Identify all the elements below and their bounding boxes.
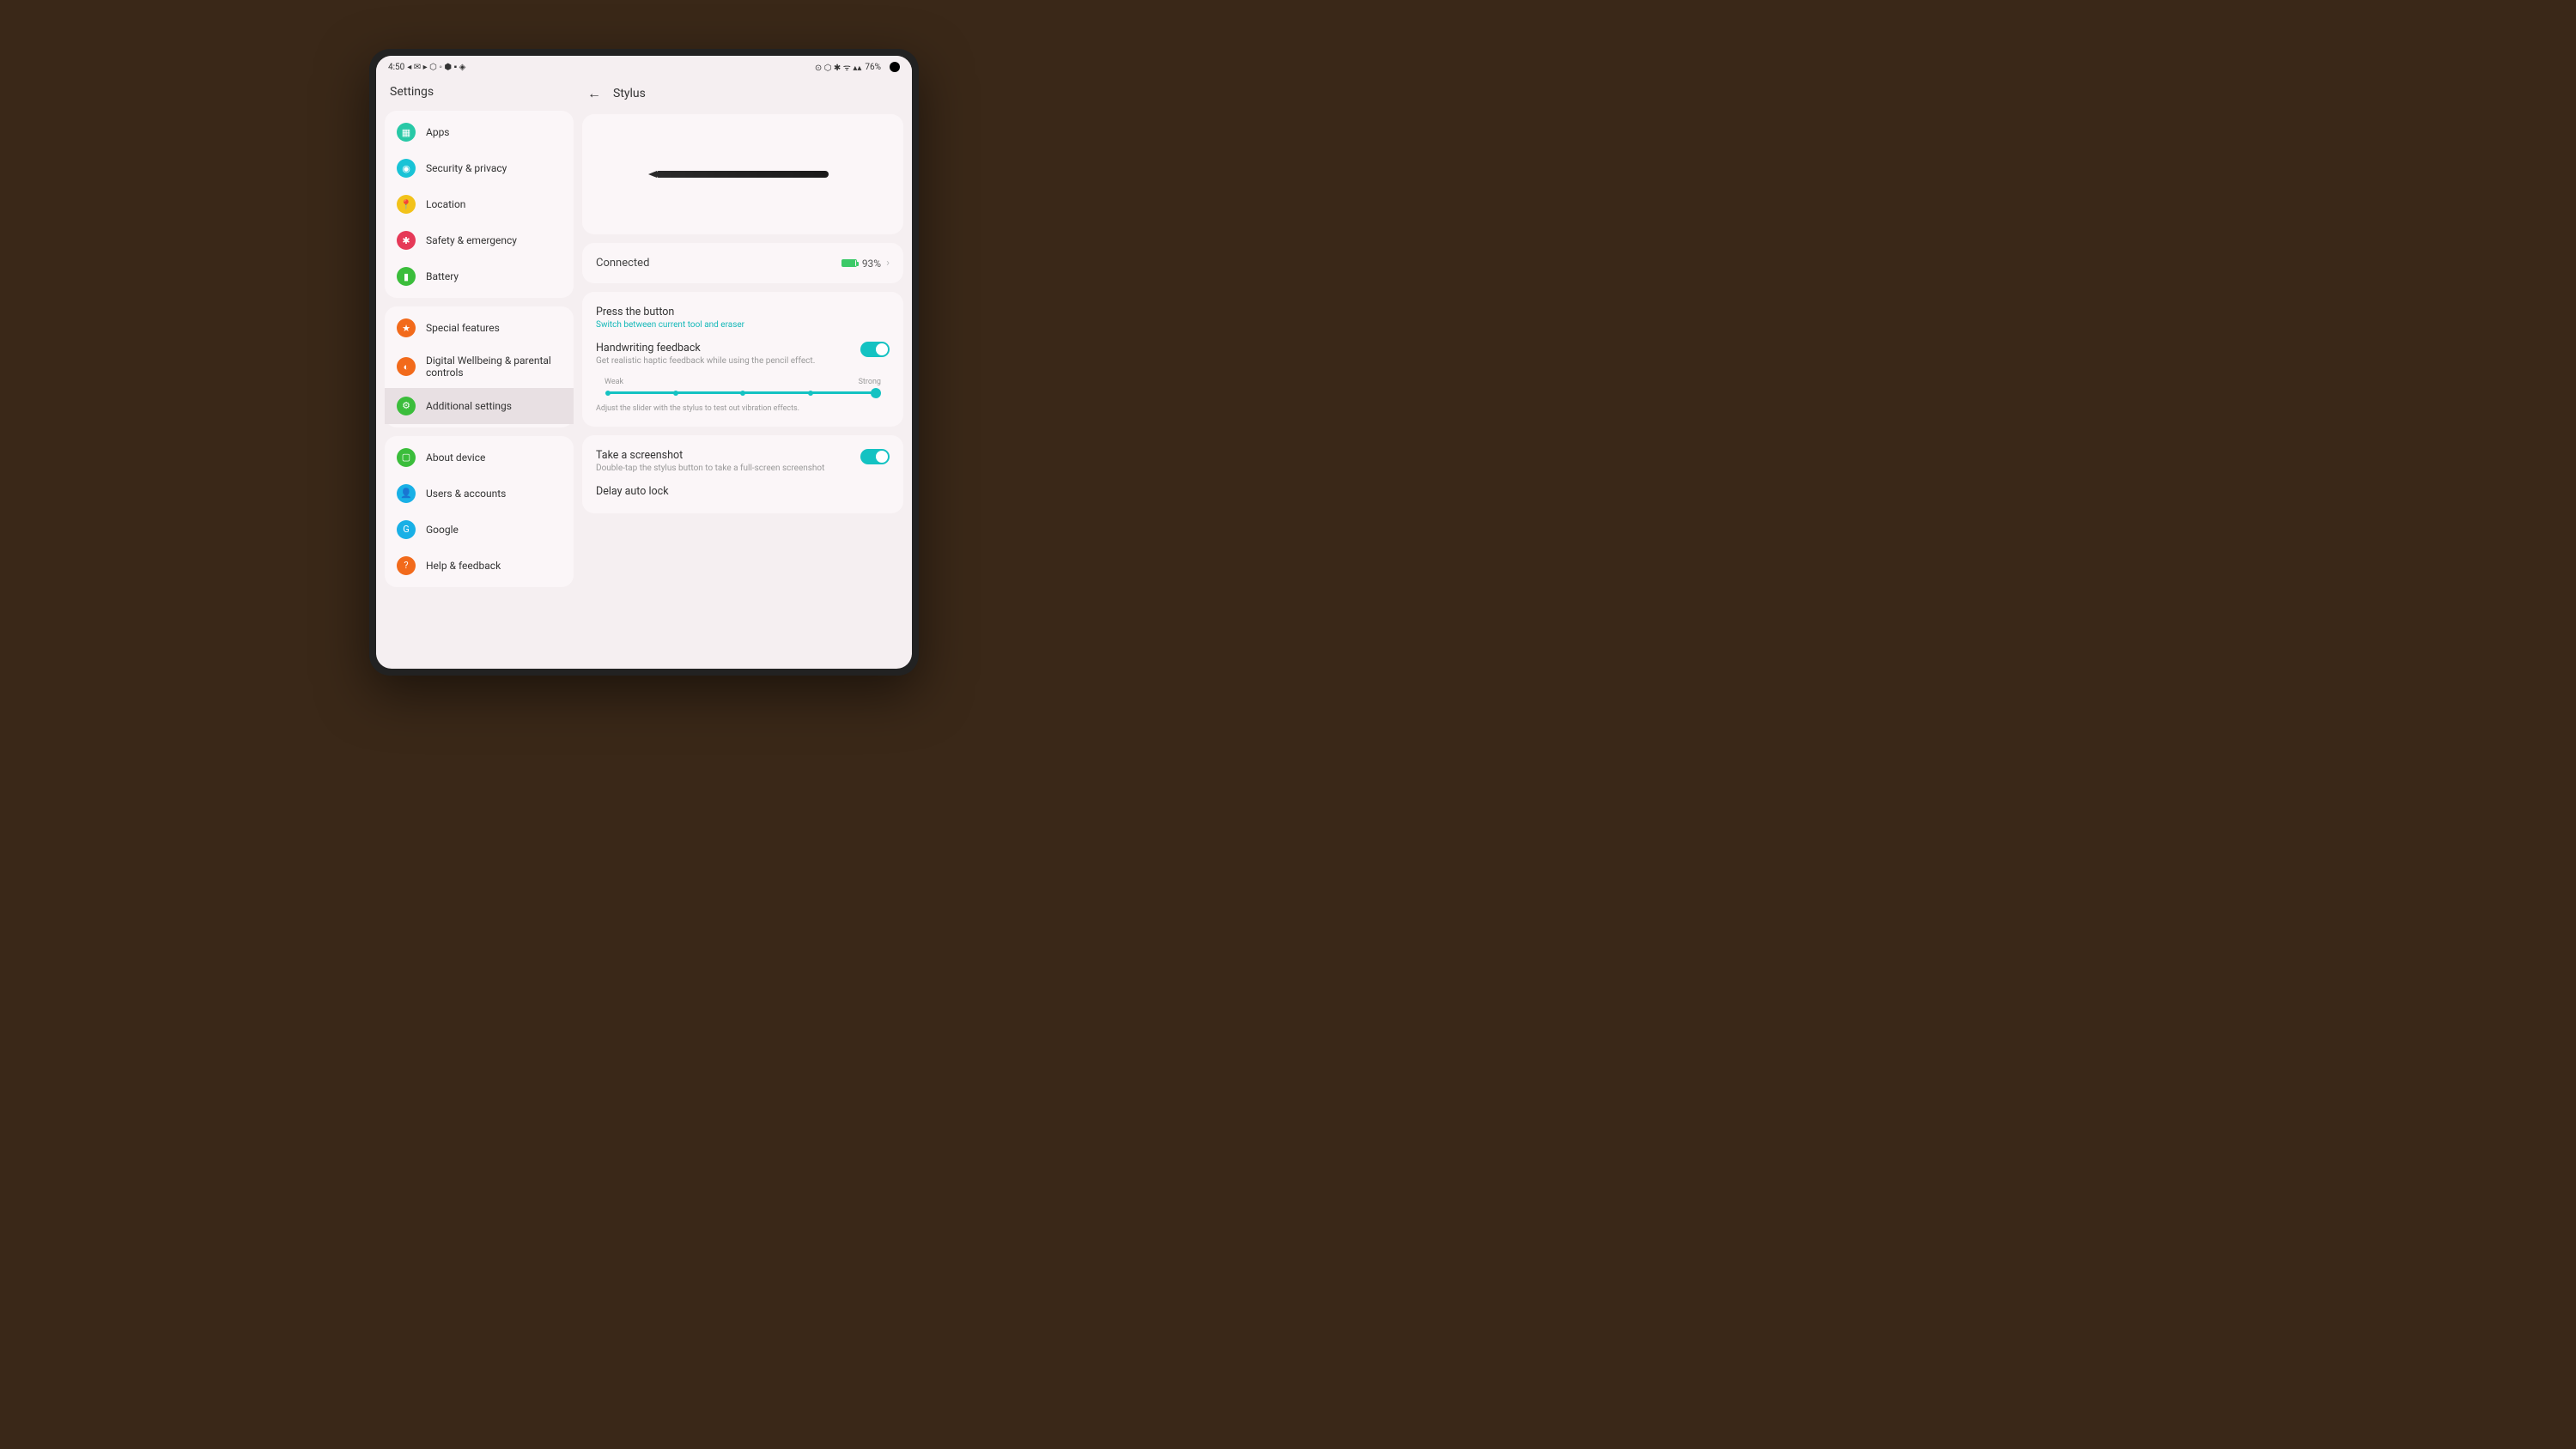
- sidebar-item-label: Location: [426, 198, 465, 210]
- emergency-icon: ✱: [397, 231, 416, 250]
- sidebar-item-label: Google: [426, 524, 459, 536]
- status-right: ⊙ ⬡ ✱ ᯤ ▴▴ 76%: [815, 61, 900, 73]
- status-left: 4:50 ◂ ✉ ▸ ⬡ ◦ ⬢ ▪ ◈: [388, 63, 465, 72]
- screenshot-setting: Take a screenshot Double-tap the stylus …: [596, 449, 890, 473]
- sidebar-item-label: About device: [426, 452, 485, 464]
- sidebar-item-apps[interactable]: ▦ Apps: [385, 114, 574, 150]
- sidebar-item-help-feedback[interactable]: ? Help & feedback: [385, 548, 574, 584]
- apps-icon: ▦: [397, 123, 416, 142]
- delay-auto-lock-setting[interactable]: Delay auto lock: [596, 485, 890, 498]
- press-button-title: Press the button: [596, 306, 890, 318]
- device-frame: 4:50 ◂ ✉ ▸ ⬡ ◦ ⬢ ▪ ◈ ⊙ ⬡ ✱ ᯤ ▴▴ 76% Sett…: [369, 49, 919, 676]
- stylus-battery-chip: 93% ›: [841, 257, 890, 270]
- stylus-battery-percent: 93%: [862, 258, 881, 270]
- settings-sidebar: Settings ▦ Apps ◉ Security & privacy 📍 L…: [385, 78, 574, 660]
- detail-header: ← Stylus: [582, 78, 903, 106]
- sidebar-item-google[interactable]: G Google: [385, 512, 574, 548]
- stylus-illustration-card: [582, 114, 903, 234]
- press-button-subtitle: Switch between current tool and eraser: [596, 320, 890, 330]
- handwriting-subtitle: Get realistic haptic feedback while usin…: [596, 356, 815, 366]
- slider-max-label: Strong: [859, 378, 881, 386]
- handwriting-title: Handwriting feedback: [596, 342, 815, 355]
- sidebar-item-label: Digital Wellbeing & parental controls: [426, 355, 562, 379]
- wellbeing-icon: ◐: [397, 357, 416, 376]
- status-notification-icons: ◂ ✉ ▸ ⬡ ◦ ⬢ ▪ ◈: [407, 63, 465, 72]
- sidebar-item-safety[interactable]: ✱ Safety & emergency: [385, 222, 574, 258]
- detail-pane: ← Stylus Connected 93% ›: [582, 78, 903, 660]
- sidebar-item-label: Security & privacy: [426, 162, 507, 174]
- sidebar-group-0: ▦ Apps ◉ Security & privacy 📍 Location ✱…: [385, 111, 574, 298]
- screen: 4:50 ◂ ✉ ▸ ⬡ ◦ ⬢ ▪ ◈ ⊙ ⬡ ✱ ᯤ ▴▴ 76% Sett…: [376, 56, 912, 669]
- sidebar-group-1: ★ Special features ◐ Digital Wellbeing &…: [385, 306, 574, 427]
- chevron-right-icon: ›: [886, 257, 890, 270]
- shield-icon: ◉: [397, 159, 416, 178]
- slider-min-label: Weak: [605, 378, 623, 386]
- sidebar-item-label: Safety & emergency: [426, 234, 517, 246]
- screenshot-title: Take a screenshot: [596, 449, 824, 462]
- back-button[interactable]: ←: [587, 85, 601, 102]
- sidebar-item-battery[interactable]: ▮ Battery: [385, 258, 574, 294]
- sidebar-title: Settings: [385, 78, 574, 102]
- connection-status: Connected: [596, 257, 649, 270]
- slider-hint: Adjust the slider with the stylus to tes…: [596, 404, 890, 413]
- screenshot-toggle[interactable]: [860, 449, 890, 464]
- handwriting-feedback-setting: Handwriting feedback Get realistic hapti…: [596, 342, 890, 413]
- screenshot-subtitle: Double-tap the stylus button to take a f…: [596, 464, 824, 473]
- detail-title: Stylus: [613, 87, 646, 100]
- location-icon: 📍: [397, 195, 416, 214]
- sidebar-item-label: Additional settings: [426, 400, 512, 412]
- sidebar-item-additional-settings[interactable]: ⚙ Additional settings: [385, 388, 574, 424]
- sidebar-item-label: Apps: [426, 126, 450, 138]
- sidebar-group-2: ▢ About device 👤 Users & accounts G Goog…: [385, 436, 574, 587]
- sidebar-item-security[interactable]: ◉ Security & privacy: [385, 150, 574, 186]
- connection-card[interactable]: Connected 93% ›: [582, 243, 903, 283]
- sidebar-item-label: Battery: [426, 270, 459, 282]
- battery-icon: ▮: [397, 267, 416, 286]
- users-icon: 👤: [397, 484, 416, 503]
- status-system-icons: ⊙ ⬡ ✱ ᯤ ▴▴: [815, 61, 862, 73]
- status-time: 4:50: [388, 63, 404, 72]
- feedback-slider[interactable]: [608, 391, 878, 394]
- stylus-options-card: Press the button Switch between current …: [582, 292, 903, 427]
- sidebar-item-label: Special features: [426, 322, 500, 334]
- content-split: Settings ▦ Apps ◉ Security & privacy 📍 L…: [376, 78, 912, 669]
- device-icon: ▢: [397, 448, 416, 467]
- stylus-illustration: [657, 171, 829, 178]
- handwriting-toggle[interactable]: [860, 342, 890, 357]
- help-icon: ?: [397, 556, 416, 575]
- camera-punch-hole: [890, 62, 900, 72]
- google-icon: G: [397, 520, 416, 539]
- sidebar-item-users-accounts[interactable]: 👤 Users & accounts: [385, 476, 574, 512]
- battery-level-icon: [841, 259, 857, 267]
- feedback-slider-wrap: Weak Strong Adjust the slider with the s: [596, 378, 890, 413]
- sidebar-item-label: Help & feedback: [426, 560, 501, 572]
- star-icon: ★: [397, 318, 416, 337]
- sidebar-item-location[interactable]: 📍 Location: [385, 186, 574, 222]
- sidebar-item-label: Users & accounts: [426, 488, 506, 500]
- status-bar: 4:50 ◂ ✉ ▸ ⬡ ◦ ⬢ ▪ ◈ ⊙ ⬡ ✱ ᯤ ▴▴ 76%: [376, 56, 912, 78]
- sidebar-item-about-device[interactable]: ▢ About device: [385, 440, 574, 476]
- press-button-setting[interactable]: Press the button Switch between current …: [596, 306, 890, 330]
- stylus-actions-card: Take a screenshot Double-tap the stylus …: [582, 435, 903, 513]
- sidebar-item-digital-wellbeing[interactable]: ◐ Digital Wellbeing & parental controls: [385, 346, 574, 388]
- sidebar-item-special-features[interactable]: ★ Special features: [385, 310, 574, 346]
- gear-icon: ⚙: [397, 397, 416, 415]
- slider-thumb[interactable]: [871, 388, 881, 398]
- status-battery-percent: 76%: [865, 63, 881, 72]
- delay-lock-title: Delay auto lock: [596, 485, 890, 498]
